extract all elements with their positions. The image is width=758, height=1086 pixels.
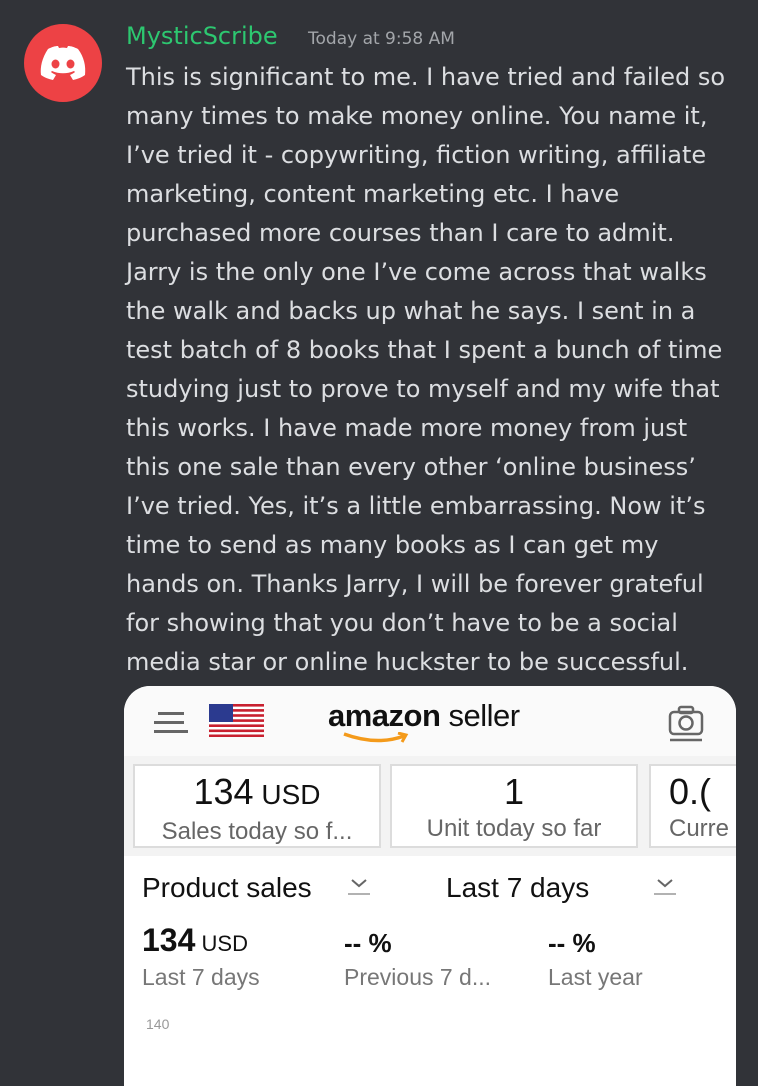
metrics-row: 134 USD Sales today so f... 1 Unit today…: [124, 756, 736, 856]
metric-card-units[interactable]: 1 Unit today so far: [390, 764, 638, 848]
summary-value-last-year: -- %: [548, 928, 596, 958]
discord-logo-icon: [40, 46, 86, 80]
summary-value-last7: 134 USD: [142, 922, 248, 958]
chart-axis-tick: 140: [146, 1016, 170, 1032]
chevron-down-icon[interactable]: [348, 872, 370, 896]
message-timestamp: Today at 9:58 AM: [308, 29, 455, 49]
metric-card-current[interactable]: 0.( Curre: [649, 764, 736, 848]
summary-label-last7: Last 7 days: [142, 964, 260, 990]
seller-app-header: amazon seller: [124, 686, 736, 757]
summary-value-previous: -- %: [344, 928, 392, 958]
product-sales-selector[interactable]: Product sales: [142, 872, 312, 904]
amazon-smile-icon: [343, 732, 409, 743]
amazon-seller-logo: amazon seller: [328, 698, 520, 752]
chevron-down-icon[interactable]: [654, 872, 676, 896]
camera-icon[interactable]: [668, 704, 704, 742]
message-text: This is significant to me. I have tried …: [126, 63, 726, 676]
us-flag-icon: [209, 704, 264, 737]
attached-image[interactable]: amazon seller 134 USD Sales today so f..…: [124, 686, 736, 1086]
metric-card-sales[interactable]: 134 USD Sales today so f...: [133, 764, 381, 848]
author-name[interactable]: MysticScribe: [126, 22, 278, 50]
avatar[interactable]: [24, 24, 102, 102]
hamburger-icon: [154, 712, 188, 736]
date-range-selector[interactable]: Last 7 days: [446, 872, 589, 904]
summary-label-previous: Previous 7 d...: [344, 964, 492, 990]
summary-label-last-year: Last year: [548, 964, 643, 990]
